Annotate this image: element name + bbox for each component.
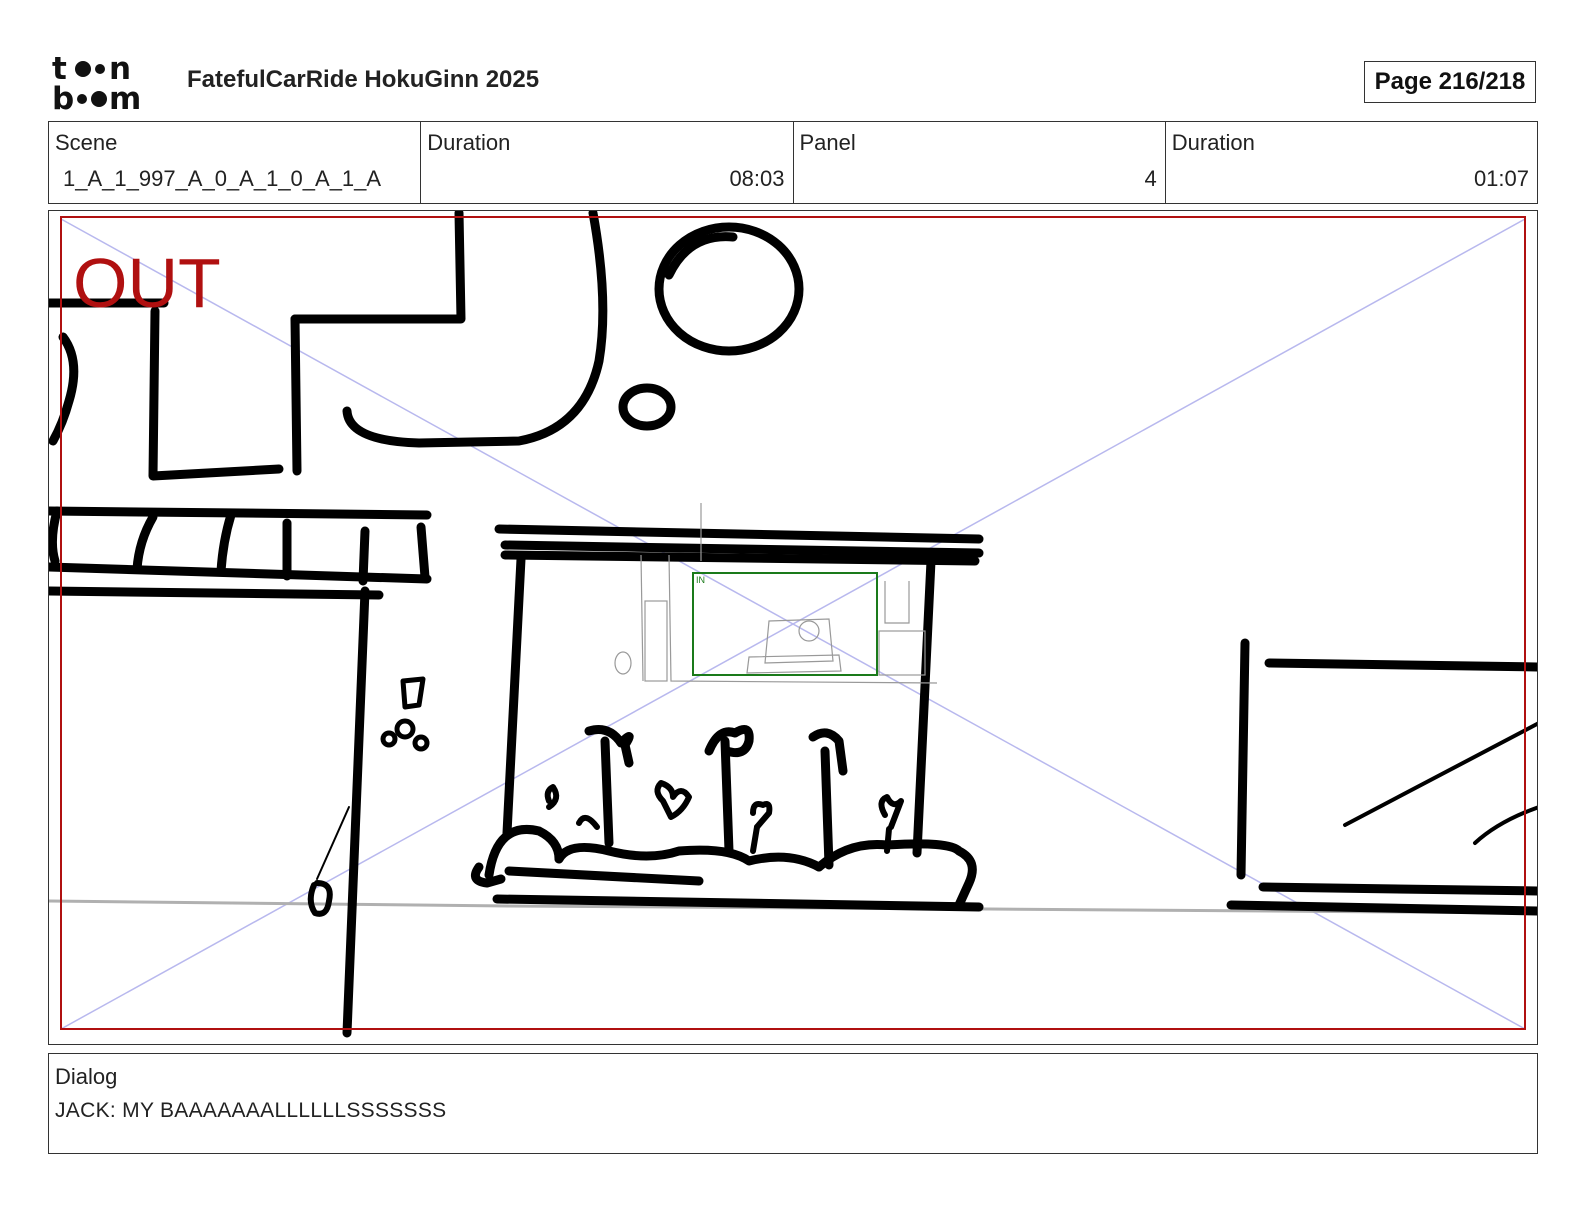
panel-label: Panel	[799, 130, 856, 155]
scene-value: 1_A_1_997_A_0_A_1_0_A_1_A	[63, 166, 382, 191]
panel-duration-value: 01:07	[1473, 166, 1529, 191]
svg-text:b: b	[52, 81, 74, 112]
scene-label: Scene	[55, 130, 118, 155]
dialog-text: JACK: MY BAAAAAAALLLLLLSSSSSSS	[55, 1099, 447, 1122]
panel-duration-cell: Duration 01:07	[1166, 122, 1537, 203]
svg-text:m: m	[109, 81, 141, 112]
toon-boom-logo-graphic: t n b m	[52, 51, 141, 117]
scene-duration-label: Duration	[427, 130, 511, 155]
toon-boom-logo: t n b m	[52, 51, 164, 117]
out-label: OUT	[73, 244, 221, 322]
scene-duration-cell: Duration 08:03	[421, 122, 794, 203]
document-title: FatefulCarRide HokuGinn 2025	[187, 66, 540, 93]
scene-cell: Scene 1_A_1_997_A_0_A_1_0_A_1_A	[49, 122, 422, 203]
panel-info-table: Scene 1_A_1_997_A_0_A_1_0_A_1_A Duration…	[48, 121, 1538, 204]
scene-duration-value: 08:03	[729, 166, 785, 191]
storyboard-drawing: IN OUT	[49, 211, 1537, 1038]
in-frame	[692, 572, 878, 676]
panel-number-cell: Panel 4	[794, 122, 1166, 203]
panel-value: 4	[1144, 166, 1157, 191]
panel-duration-label: Duration	[1171, 130, 1255, 155]
storyboard-panel: IN OUT	[48, 210, 1538, 1045]
dialog-label: Dialog	[55, 1064, 118, 1089]
dialog-box: Dialog JACK: MY BAAAAAAALLLLLLSSSSSSS	[48, 1053, 1538, 1154]
page-indicator: Page 216/218	[1364, 61, 1536, 103]
in-label: IN	[696, 575, 705, 585]
